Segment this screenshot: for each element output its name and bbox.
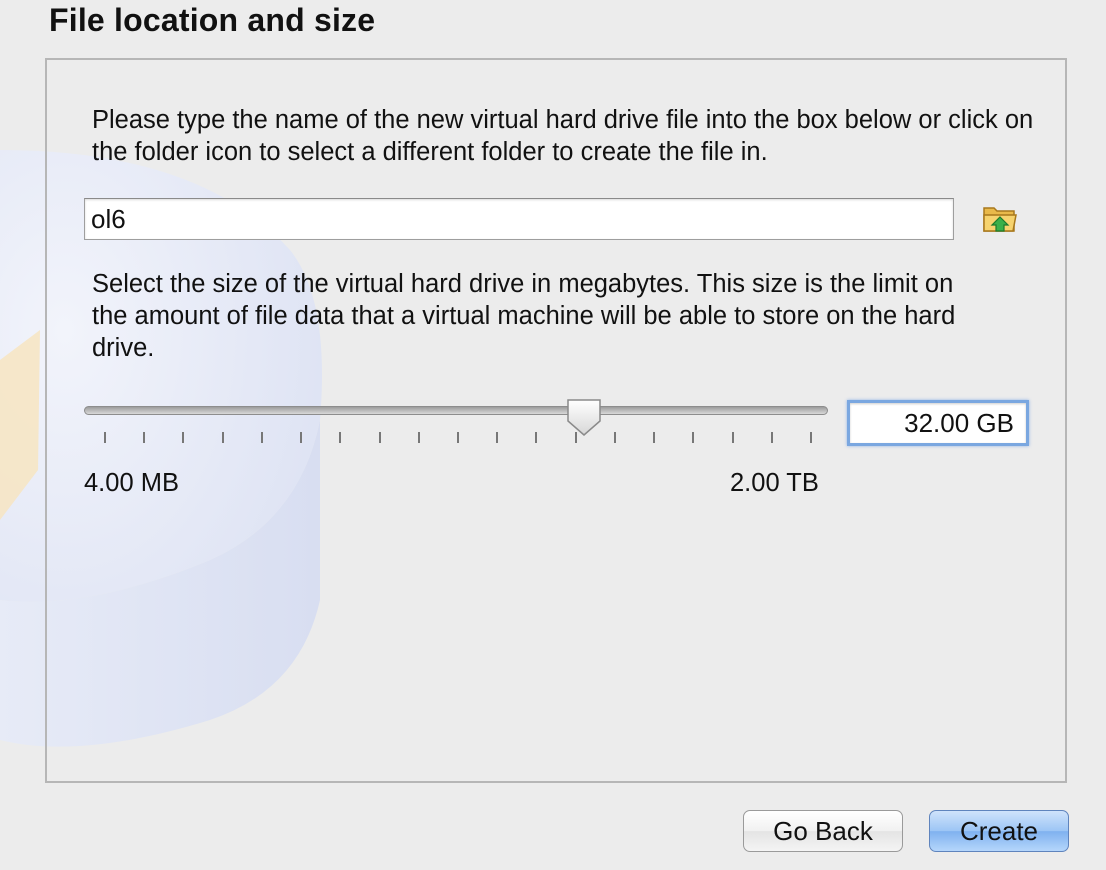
slider-track[interactable] [84, 406, 828, 415]
slider-tick [417, 432, 420, 443]
slider-tick [182, 432, 185, 443]
slider-tick [692, 432, 695, 443]
page-title: File location and size [49, 2, 376, 38]
go-back-button[interactable]: Go Back [743, 810, 903, 852]
folder-open-icon [983, 207, 1017, 232]
size-input[interactable] [847, 400, 1029, 446]
slider-tick [457, 432, 459, 443]
location-description: Please type the name of the new virtual … [92, 106, 1034, 166]
slider-tick [613, 432, 616, 443]
size-slider[interactable] [84, 398, 830, 458]
slider-min-label: 4.00 MB [84, 469, 179, 497]
size-description: Select the size of the virtual hard driv… [92, 270, 956, 362]
file-name-input[interactable] [84, 198, 954, 240]
slider-tick [221, 432, 224, 443]
slider-ticks [84, 432, 830, 444]
slider-tick [104, 432, 106, 443]
slider-tick [300, 432, 303, 443]
slider-tick [810, 432, 812, 443]
slider-tick [653, 432, 656, 443]
slider-tick [260, 432, 263, 443]
slider-thumb-shape [567, 399, 601, 436]
slider-tick [143, 432, 146, 443]
slider-tick [770, 432, 773, 443]
create-button[interactable]: Create [929, 810, 1069, 852]
slider-tick [496, 432, 499, 443]
choose-folder-button[interactable] [980, 200, 1020, 236]
slider-tick [535, 432, 538, 443]
slider-thumb[interactable] [565, 398, 603, 438]
slider-tick [378, 432, 381, 443]
slider-max-label: 2.00 TB [730, 469, 819, 497]
slider-tick [731, 432, 734, 443]
slider-tick [339, 432, 342, 443]
